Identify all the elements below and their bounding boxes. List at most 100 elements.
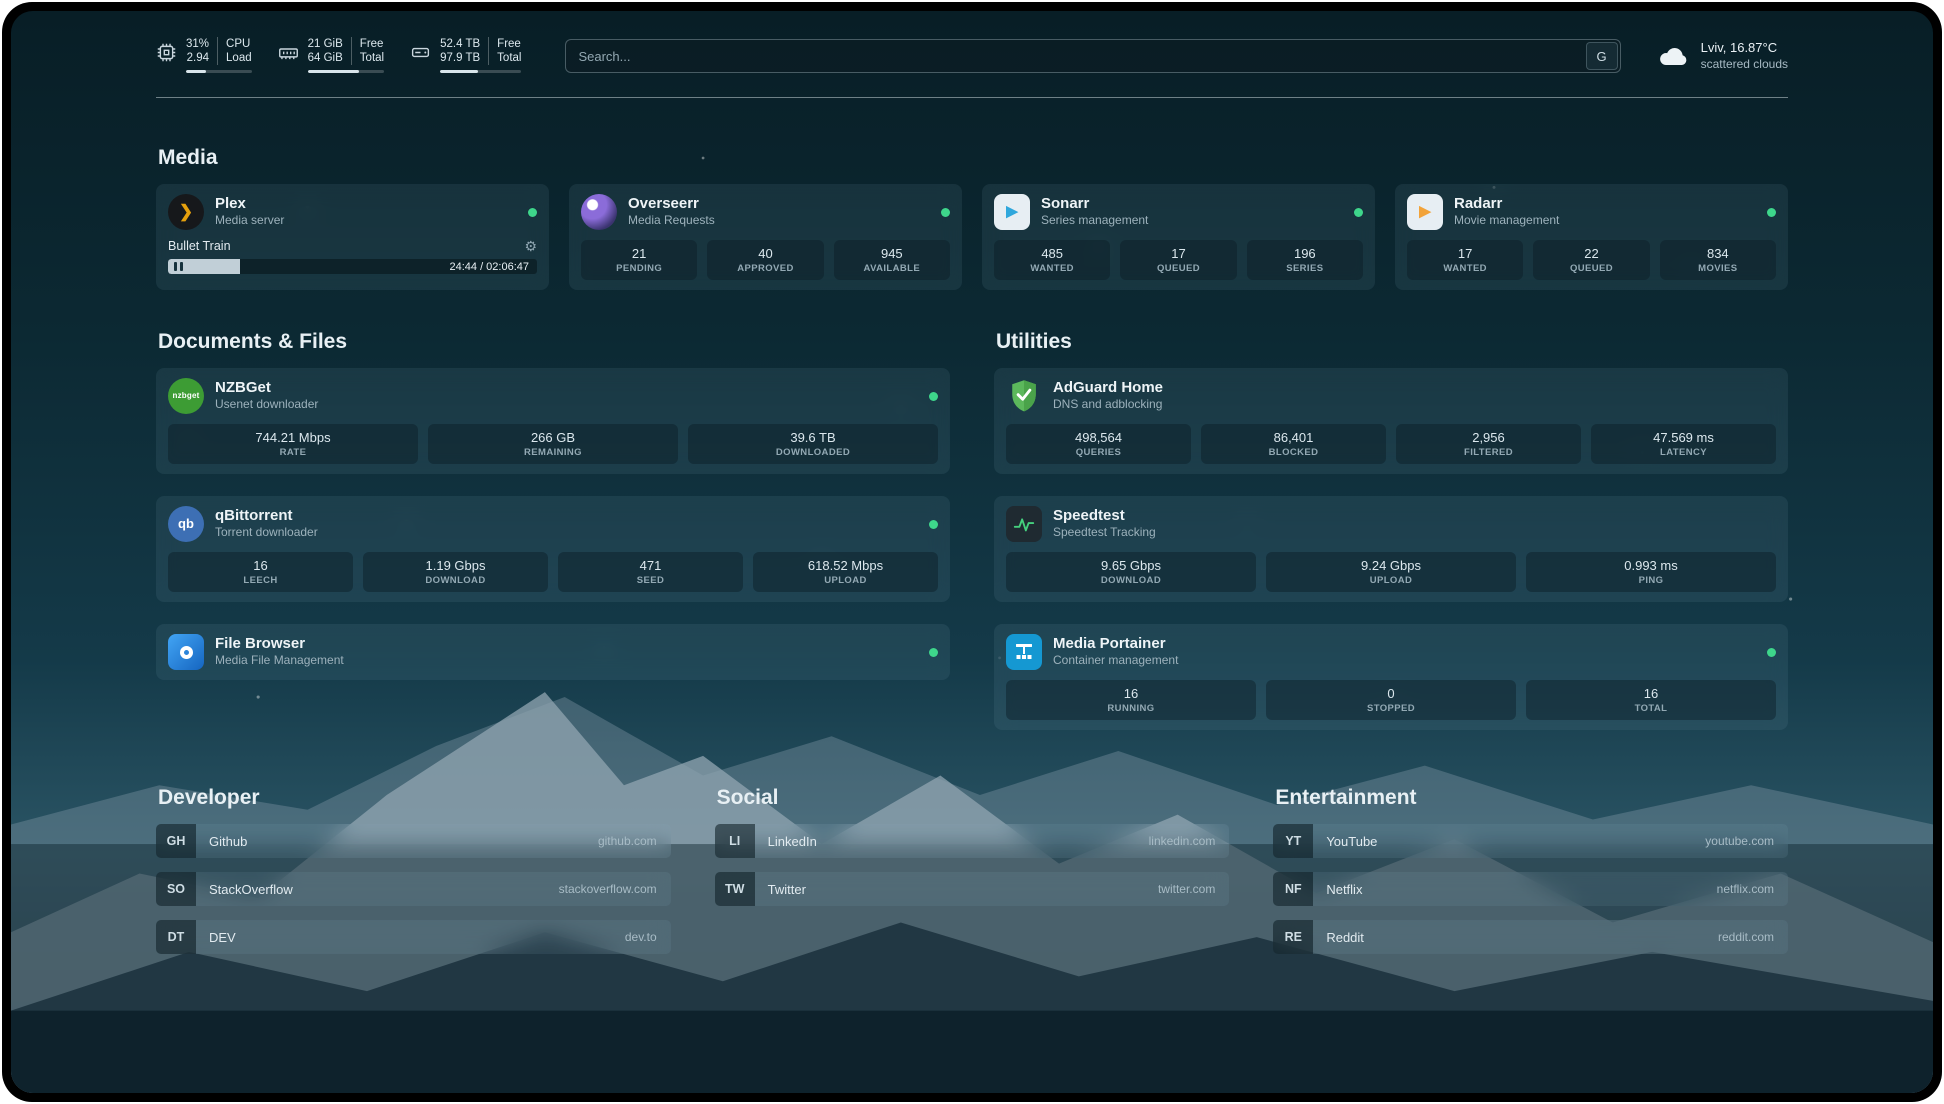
disk-free-label: Free <box>497 37 521 51</box>
bookmark-url: youtube.com <box>1705 834 1788 848</box>
stat-filtered: 2,956 FILTERED <box>1396 424 1581 464</box>
bookmark-linkedin[interactable]: LI LinkedIn linkedin.com <box>715 824 1230 858</box>
section-title-entertainment: Entertainment <box>1275 786 1788 810</box>
disk-icon <box>410 42 431 63</box>
now-playing-title: Bullet Train <box>168 239 231 253</box>
stat-latency: 47.569 ms LATENCY <box>1591 424 1776 464</box>
gear-icon[interactable]: ⚙ <box>524 239 537 253</box>
bookmark-url: twitter.com <box>1158 882 1229 896</box>
bookmark-name: StackOverflow <box>196 882 293 897</box>
cpu-label: CPU <box>226 37 252 51</box>
bookmark-url: reddit.com <box>1718 930 1788 944</box>
memory-widget: 21 GiB 64 GiB Free Total <box>278 37 384 73</box>
service-card-plex[interactable]: ❯ Plex Media server Bullet Train ⚙ <box>156 184 549 290</box>
bookmark-youtube[interactable]: YT YouTube youtube.com <box>1273 824 1788 858</box>
bookmark-abbr: RE <box>1273 920 1313 954</box>
memory-progress-bar <box>308 70 384 73</box>
playback-time: 24:44 / 02:06:47 <box>449 261 529 273</box>
service-description: Torrent downloader <box>215 524 318 541</box>
bookmark-reddit[interactable]: RE Reddit reddit.com <box>1273 920 1788 954</box>
bookmark-abbr: DT <box>156 920 196 954</box>
service-card-portainer[interactable]: Media Portainer Container management 16 … <box>994 624 1788 730</box>
pause-icon[interactable] <box>174 262 183 271</box>
stat-queries: 498,564 QUERIES <box>1006 424 1191 464</box>
bookmark-stackoverflow[interactable]: SO StackOverflow stackoverflow.com <box>156 872 671 906</box>
cpu-widget: 31% 2.94 CPU Load <box>156 37 252 73</box>
service-card-adguard[interactable]: AdGuard Home DNS and adblocking 498,564 … <box>994 368 1788 474</box>
top-bar: 31% 2.94 CPU Load <box>156 37 1788 73</box>
stat-wanted: 485 WANTED <box>994 240 1110 280</box>
bookmark-github[interactable]: GH Github github.com <box>156 824 671 858</box>
service-name: Overseerr <box>628 195 715 212</box>
app-window: 31% 2.94 CPU Load <box>2 2 1942 1102</box>
status-indicator <box>1767 208 1776 217</box>
service-description: Media server <box>215 212 284 229</box>
service-card-speedtest[interactable]: Speedtest Speedtest Tracking 9.65 Gbps D… <box>994 496 1788 602</box>
cpu-percent: 31% <box>186 37 209 51</box>
bookmark-dev[interactable]: DT DEV dev.to <box>156 920 671 954</box>
playback-progress-bar[interactable]: 24:44 / 02:06:47 <box>168 259 537 274</box>
bookmark-url: github.com <box>598 834 671 848</box>
status-indicator <box>941 208 950 217</box>
stat-rate: 744.21 Mbps RATE <box>168 424 418 464</box>
section-title-media: Media <box>158 146 1788 170</box>
status-indicator <box>1354 208 1363 217</box>
search-provider-button[interactable]: G <box>1586 42 1618 70</box>
service-name: Radarr <box>1454 195 1559 212</box>
bookmark-name: Twitter <box>755 882 806 897</box>
bookmark-name: Reddit <box>1313 930 1364 945</box>
status-indicator <box>929 392 938 401</box>
service-card-filebrowser[interactable]: File Browser Media File Management <box>156 624 950 680</box>
section-title-social: Social <box>717 786 1230 810</box>
plex-icon: ❯ <box>168 194 204 230</box>
cpu-progress-bar <box>186 70 252 73</box>
adguard-icon <box>1006 378 1042 414</box>
service-name: Plex <box>215 195 284 212</box>
memory-free-label: Free <box>360 37 384 51</box>
service-card-nzbget[interactable]: nzbget NZBGet Usenet downloader 744.21 M… <box>156 368 950 474</box>
bookmark-twitter[interactable]: TW Twitter twitter.com <box>715 872 1230 906</box>
service-card-radarr[interactable]: ▶ Radarr Movie management 17 WANTED <box>1395 184 1788 290</box>
weather-location: Lviv, 16.87°C <box>1701 40 1788 56</box>
stat-queued: 17 QUEUED <box>1120 240 1236 280</box>
speedtest-icon <box>1006 506 1042 542</box>
stat-queued: 22 QUEUED <box>1533 240 1649 280</box>
portainer-icon <box>1006 634 1042 670</box>
bookmark-name: DEV <box>196 930 236 945</box>
section-title-developer: Developer <box>158 786 671 810</box>
stat-ping: 0.993 ms PING <box>1526 552 1776 592</box>
bookmark-name: Github <box>196 834 247 849</box>
search-input[interactable] <box>565 39 1620 73</box>
stat-available: 945 AVAILABLE <box>834 240 950 280</box>
cpu-icon <box>156 42 177 63</box>
service-description: Series management <box>1041 212 1148 229</box>
stat-remaining: 266 GB REMAINING <box>428 424 678 464</box>
stat-running: 16 RUNNING <box>1006 680 1256 720</box>
header-divider <box>156 97 1788 98</box>
stat-leech: 16 LEECH <box>168 552 353 592</box>
bookmark-netflix[interactable]: NF Netflix netflix.com <box>1273 872 1788 906</box>
service-name: File Browser <box>215 635 344 652</box>
memory-free: 21 GiB <box>308 37 343 51</box>
status-indicator <box>929 648 938 657</box>
service-name: Speedtest <box>1053 507 1156 524</box>
stat-seed: 471 SEED <box>558 552 743 592</box>
bookmark-abbr: GH <box>156 824 196 858</box>
bookmark-url: dev.to <box>625 930 671 944</box>
radarr-icon: ▶ <box>1407 194 1443 230</box>
section-title-utilities: Utilities <box>996 330 1788 354</box>
disk-progress-bar <box>440 70 521 73</box>
memory-total: 64 GiB <box>308 51 343 65</box>
service-card-overseerr[interactable]: Overseerr Media Requests 21 PENDING 40 A… <box>569 184 962 290</box>
bookmark-abbr: YT <box>1273 824 1313 858</box>
resource-widgets: 31% 2.94 CPU Load <box>156 37 521 73</box>
stat-approved: 40 APPROVED <box>707 240 823 280</box>
stat-upload: 9.24 Gbps UPLOAD <box>1266 552 1516 592</box>
service-description: Media File Management <box>215 652 344 669</box>
service-name: Media Portainer <box>1053 635 1178 652</box>
search-bar[interactable]: G <box>565 39 1620 73</box>
service-card-qbittorrent[interactable]: qb qBittorrent Torrent downloader 16 LEE… <box>156 496 950 602</box>
service-card-sonarr[interactable]: ▶ Sonarr Series management 485 WANTED <box>982 184 1375 290</box>
bookmark-url: netflix.com <box>1717 882 1788 896</box>
service-description: Speedtest Tracking <box>1053 524 1156 541</box>
